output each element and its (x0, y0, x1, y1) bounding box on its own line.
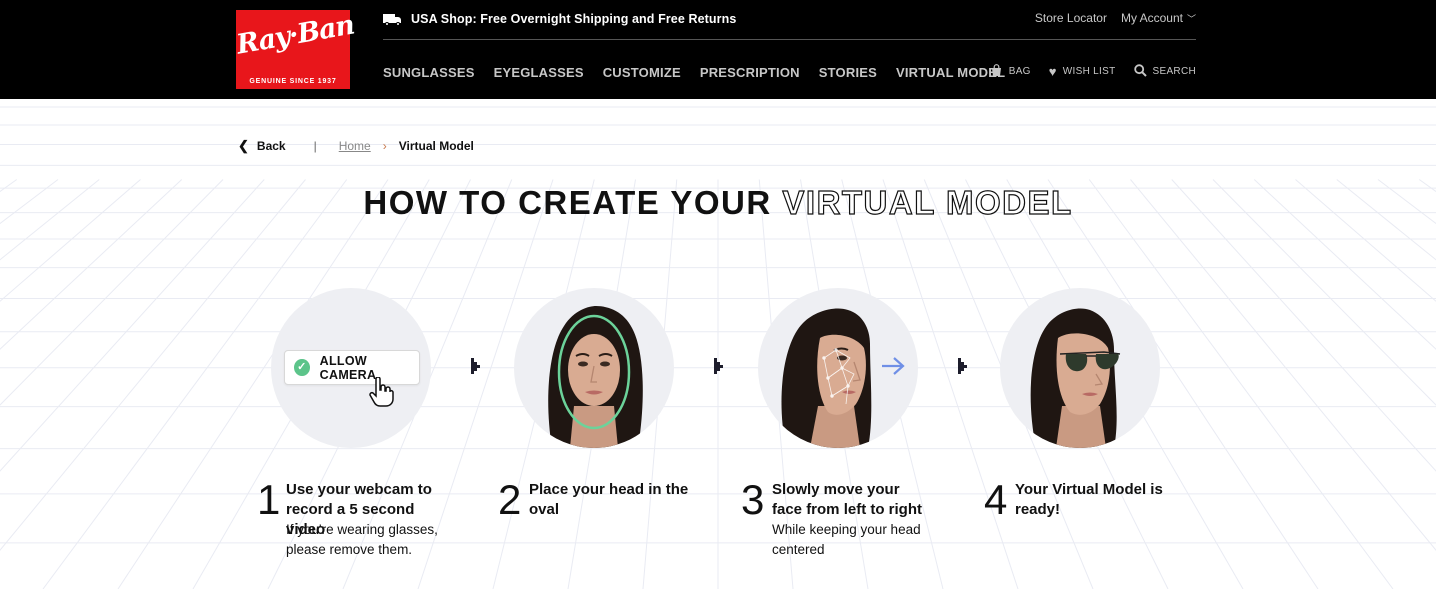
bag-icon (990, 64, 1003, 79)
page-title: HOW TO CREATE YOUR VIRTUAL MODEL (0, 183, 1436, 222)
wishlist-button[interactable]: ♥ WISH LIST (1049, 65, 1116, 78)
my-account-label: My Account (1120, 11, 1183, 25)
logo-tagline: GENUINE SINCE 1937 (249, 78, 337, 85)
step-3-illustration (758, 288, 918, 448)
step-title: Your Virtual Model is ready! (1015, 481, 1163, 518)
step-number: 3 (741, 476, 765, 523)
step-4-illustration (1000, 288, 1160, 448)
promo-text: USA Shop: Free Overnight Shipping and Fr… (411, 12, 737, 26)
chevron-down-icon: ﹀ (1186, 14, 1196, 24)
bag-label: BAG (1008, 66, 1031, 77)
back-label: Back (256, 139, 286, 153)
step-2-illustration (514, 288, 674, 448)
bag-button[interactable]: BAG (990, 64, 1031, 79)
shipping-promo: USA Shop: Free Overnight Shipping and Fr… (383, 10, 736, 28)
step-title: Place your head in the oval (529, 481, 689, 518)
heart-icon: ♥ (1048, 64, 1057, 79)
nav-sunglasses[interactable]: SUNGLASSES (383, 65, 475, 80)
woman-face-turning-image (781, 308, 905, 448)
step-number: 1 (257, 476, 281, 523)
chevron-left-icon: ❮ (238, 138, 249, 153)
step-arrow-icon (958, 358, 967, 374)
search-button[interactable]: SEARCH (1133, 64, 1196, 79)
chevron-right-icon: › (382, 139, 387, 153)
allow-camera-button[interactable]: ✓ ALLOW CAMERA (284, 350, 420, 385)
breadcrumb-separator: | (313, 139, 317, 153)
site-header: Ray·Ban GENUINE SINCE 1937 USA Shop: Fre… (0, 0, 1436, 99)
logo-script-text: Ray·Ban (234, 9, 357, 61)
title-solid-text: HOW TO CREATE YOUR (363, 184, 772, 221)
shop-actions: BAG ♥ WISH LIST SEARCH (990, 64, 1196, 79)
search-icon (1133, 64, 1147, 79)
perspective-grid-background (0, 106, 1436, 589)
step-title: Slowly move your face from left to right (772, 481, 923, 518)
step-number: 4 (984, 476, 1008, 523)
store-locator-link[interactable]: Store Locator (1035, 11, 1107, 25)
breadcrumb-current: Virtual Model (398, 139, 474, 153)
search-label: SEARCH (1152, 66, 1196, 77)
step-arrow-icon (471, 358, 480, 374)
step-subtitle: While keeping your head centered (772, 522, 921, 557)
arrow-right-icon (882, 357, 905, 375)
step-number: 2 (498, 476, 522, 523)
utility-links: Store Locator My Account ﹀ (1035, 11, 1196, 25)
my-account-menu[interactable]: My Account ﹀ (1121, 11, 1196, 25)
woman-face-oval-image (548, 306, 643, 448)
back-link[interactable]: ❮ Back (238, 138, 286, 154)
title-outline-text: VIRTUAL MODEL (782, 183, 1073, 221)
nav-customize[interactable]: CUSTOMIZE (603, 65, 681, 80)
check-icon: ✓ (294, 359, 310, 376)
nav-eyeglasses[interactable]: EYEGLASSES (494, 65, 584, 80)
nav-prescription[interactable]: PRESCRIPTION (700, 65, 800, 80)
header-divider (383, 39, 1196, 40)
breadcrumb-home-link[interactable]: Home (339, 139, 371, 153)
breadcrumb: ❮ Back | Home › Virtual Model (238, 138, 474, 154)
nav-stories[interactable]: STORIES (819, 65, 877, 80)
woman-with-sunglasses-image (1030, 308, 1121, 448)
truck-icon (383, 13, 403, 26)
step-arrow-icon (714, 358, 723, 374)
step-subtitle: If you're wearing glasses, please remove… (286, 522, 438, 557)
main-nav: SUNGLASSES EYEGLASSES CUSTOMIZE PRESCRIP… (383, 65, 1005, 80)
hand-pointer-icon (368, 376, 394, 413)
wishlist-label: WISH LIST (1062, 66, 1116, 77)
